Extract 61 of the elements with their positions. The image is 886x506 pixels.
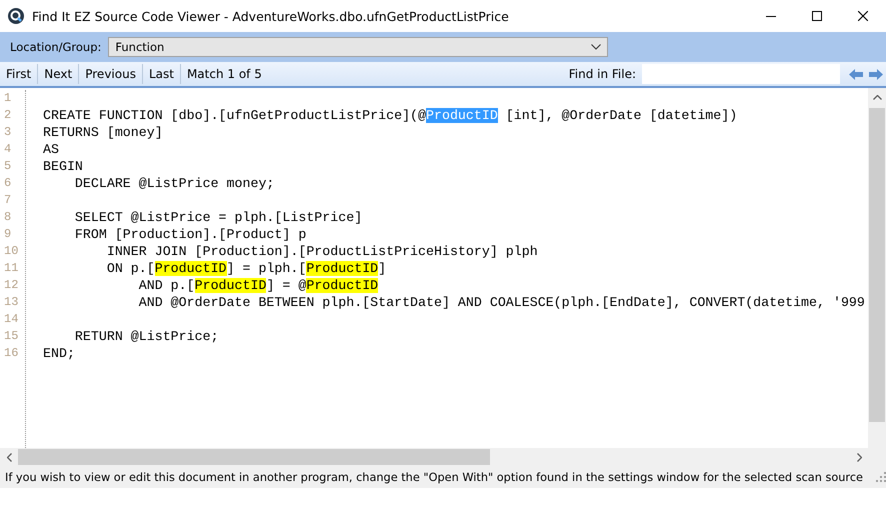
code-text: RETURN @ListPrice; — [74, 329, 219, 344]
code-text: FROM [Production].[Product] p — [74, 227, 306, 242]
app-logo-icon — [8, 8, 24, 24]
line-number: 12 — [3, 277, 20, 294]
line-number: 7 — [3, 192, 12, 209]
code-text: AS — [43, 142, 59, 157]
line-number: 10 — [3, 243, 20, 260]
current-match: ProductID — [426, 108, 498, 123]
search-match: ProductID — [306, 261, 378, 276]
line-number: 15 — [3, 328, 20, 345]
line-number: 8 — [3, 209, 12, 226]
code-text: CREATE FUNCTION [dbo].[ufnGetProductListPrice](@ — [43, 108, 426, 123]
code-text: AND p.[ — [138, 278, 195, 293]
maximize-icon — [812, 11, 822, 21]
code-text: ] = @ — [266, 278, 306, 293]
scrollbar-thumb[interactable] — [869, 108, 885, 422]
line-number: 1 — [3, 90, 12, 107]
code-text: AND @OrderDate BETWEEN plph.[StartDate] AND COALESCE(plph.[EndDate], CONVERT(datetime, '999 — [138, 295, 865, 310]
line-number: 16 — [3, 345, 20, 362]
search-match: ProductID — [194, 278, 266, 293]
nav-button[interactable]: First — [0, 64, 38, 84]
code-text: ] — [378, 261, 386, 276]
window-title: Find It EZ Source Code Viewer - AdventureWorks.dbo.ufnGetProductListPrice — [32, 8, 510, 24]
nav-button[interactable]: Next — [38, 64, 80, 84]
status-text: If you wish to view or edit this document in another program, change the "Open With" option found in the settings window for the selected scan source — [5, 470, 863, 484]
line-number: 3 — [3, 124, 12, 141]
find-field[interactable] — [642, 64, 840, 84]
scrollbar-thumb[interactable] — [18, 449, 490, 465]
previous-match-icon — [849, 68, 863, 80]
location-label: Location/Group: — [10, 40, 102, 54]
line-number: 14 — [3, 311, 20, 328]
line-number: 13 — [3, 294, 20, 311]
code-text: BEGIN — [43, 159, 83, 174]
match-count: Match 1 of 5 — [186, 67, 263, 81]
find-label: Find in File: — [568, 67, 636, 81]
search-match: ProductID — [306, 278, 378, 293]
line-number: 9 — [3, 226, 12, 243]
nav-button[interactable]: Previous — [79, 64, 143, 84]
chevron-right-icon — [856, 452, 862, 462]
code-text: ] = plph.[ — [226, 261, 306, 276]
line-number: 5 — [3, 158, 12, 175]
close-icon — [858, 11, 868, 21]
chevron-up-icon — [872, 94, 882, 100]
line-number: 2 — [3, 107, 12, 124]
next-match-icon — [869, 68, 883, 80]
line-number: 11 — [3, 260, 20, 277]
code-text: END; — [43, 346, 75, 361]
resize-grip-icon[interactable] — [876, 472, 886, 482]
caret-icon — [591, 44, 602, 50]
line-number: 6 — [3, 175, 12, 192]
chevron-left-icon — [6, 452, 12, 462]
code-text: RETURNS [money] — [43, 125, 163, 140]
code-text: [int], @OrderDate [datetime]) — [504, 108, 738, 123]
code-text: DECLARE @ListPrice money; — [74, 176, 274, 191]
search-match: ProductID — [154, 261, 227, 276]
code-text: ON p.[ — [106, 261, 155, 276]
line-number: 4 — [3, 141, 12, 158]
code-text: INNER JOIN [Production].[ProductListPriceHistory] plph — [106, 244, 538, 259]
nav-button[interactable]: Last — [142, 64, 181, 84]
code-text: SELECT @ListPrice = plph.[ListPrice] — [74, 210, 362, 225]
location-dropdown[interactable]: Function — [108, 37, 608, 57]
